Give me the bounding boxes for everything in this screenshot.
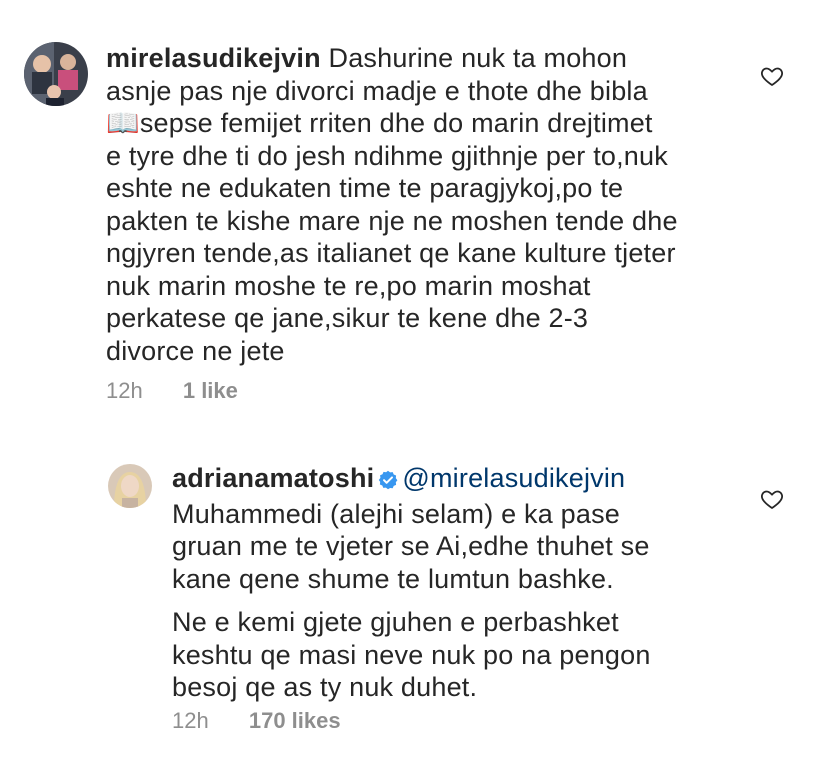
comment-line: ngjyren tende,as italianet qe kane kultu…	[106, 238, 676, 268]
comment-line: asnje pas nje divorci madje e thote dhe …	[106, 75, 648, 106]
comment-line: e tyre dhe ti do jesh ndihme gjithnje pe…	[106, 140, 668, 171]
comment-text: Dashurine nuk ta mohon	[328, 43, 628, 73]
comment-line: eshte ne edukaten time te paragjykoj,po …	[106, 173, 624, 203]
comment-body: mirelasudikejvin Dashurine nuk ta mohon …	[106, 42, 746, 367]
comment-line: keshtu qe masi neve nuk po na pengon	[172, 639, 651, 670]
comment-line: nuk marin moshe te re,po marin moshat	[106, 270, 591, 301]
comment-body: adrianamatoshi @mirelasudikejvin Muhamme…	[172, 462, 752, 704]
comment-meta: 12h 1 like	[106, 378, 238, 404]
comment-username[interactable]: adrianamatoshi	[172, 463, 374, 493]
comment-time: 12h	[106, 378, 143, 403]
comment-meta: 12h 170 likes	[172, 708, 341, 734]
comment-line: 📖sepse femijet rriten dhe do marin drejt…	[106, 108, 653, 138]
mention-link[interactable]: @mirelasudikejvin	[402, 463, 625, 493]
avatar[interactable]	[24, 42, 88, 106]
comment-line: besoj qe as ty nuk duhet.	[172, 672, 478, 702]
comment-line: pakten te kishe mare nje ne moshen tende…	[106, 205, 678, 236]
comment-line: perkatese qe jane,sikur te kene dhe 2-3	[106, 303, 589, 333]
comment-time: 12h	[172, 708, 209, 733]
comment-line: kane qene shume te lumtun bashke.	[172, 563, 614, 594]
heart-outline-icon[interactable]	[760, 64, 784, 93]
avatar-image	[24, 42, 88, 106]
heart-outline-icon[interactable]	[760, 487, 784, 516]
verified-badge-icon	[378, 465, 398, 498]
comment-line: gruan me te vjeter se Ai,edhe thuhet se	[172, 531, 650, 561]
comment-line: Ne e kemi gjete gjuhen e perbashket	[172, 607, 619, 637]
avatar[interactable]	[108, 464, 152, 508]
avatar-image	[108, 464, 152, 508]
comment-line: mirelasudikejvin Dashurine nuk ta mohon	[106, 42, 746, 75]
comment-line: Muhammedi (alejhi selam) e ka pase	[172, 498, 620, 529]
comment-line: adrianamatoshi @mirelasudikejvin	[172, 462, 752, 498]
comment-likes[interactable]: 1 like	[183, 378, 238, 403]
comment-line: divorce ne jete	[106, 335, 285, 366]
comment-username[interactable]: mirelasudikejvin	[106, 43, 321, 73]
comment-likes[interactable]: 170 likes	[249, 708, 341, 733]
